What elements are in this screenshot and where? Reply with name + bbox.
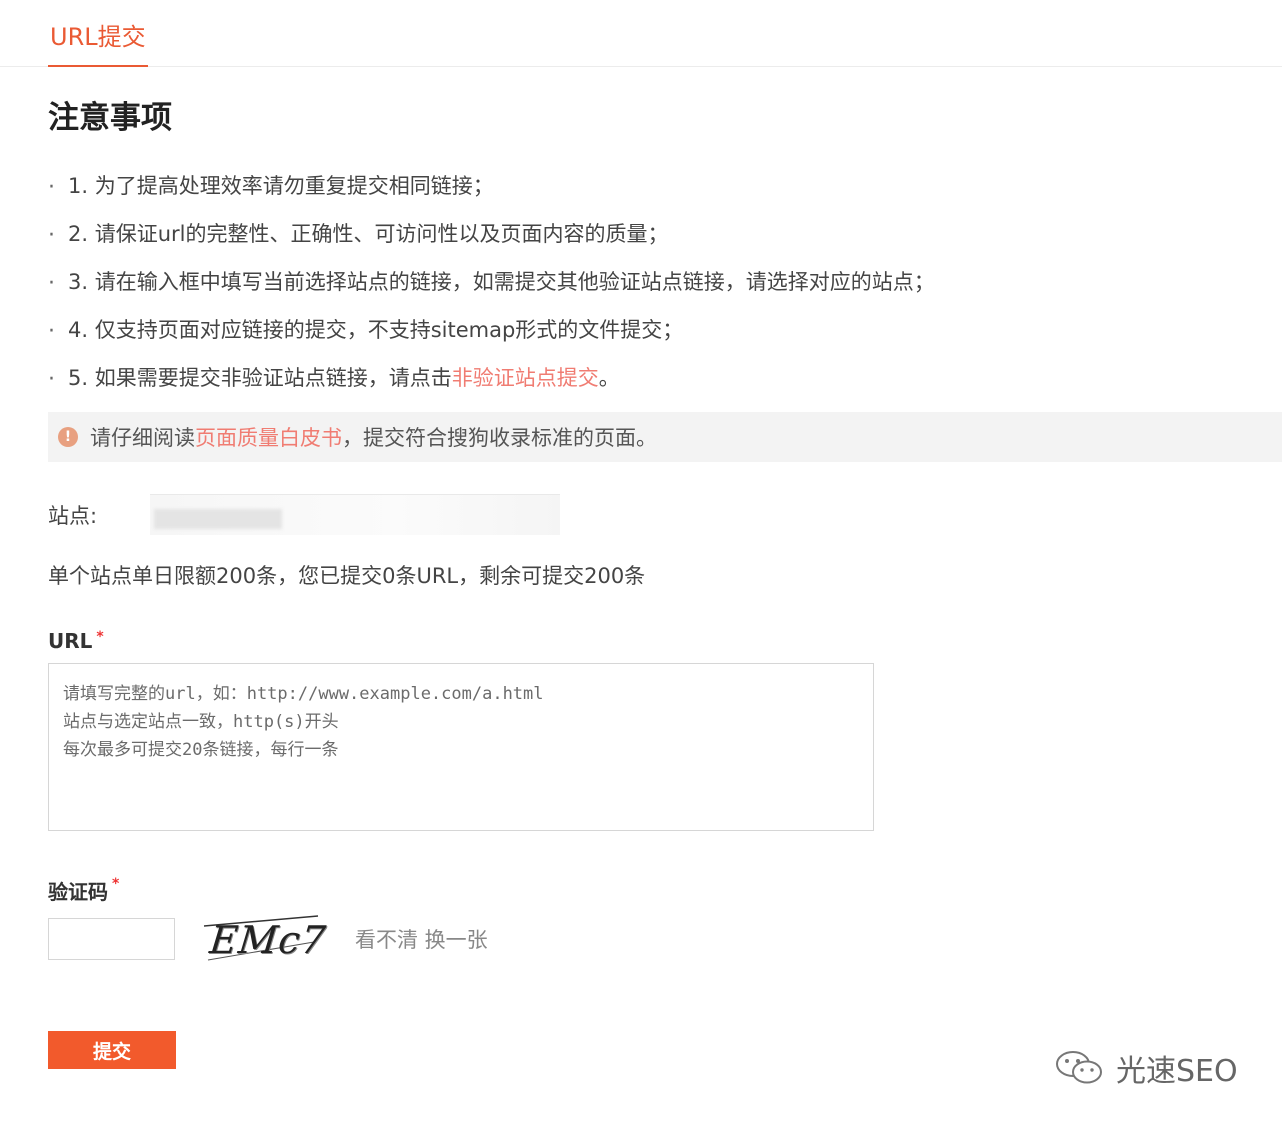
note-text: 4. 仅支持页面对应链接的提交，不支持sitemap形式的文件提交； <box>68 318 684 342</box>
captcha-image[interactable]: EMc7 <box>202 912 328 968</box>
note-text: 3. 请在输入框中填写当前选择站点的链接，如需提交其他验证站点链接，请选择对应的… <box>68 270 935 294</box>
quota-text: 单个站点单日限额200条，您已提交0条URL，剩余可提交200条 <box>48 564 646 588</box>
list-item: 2. 请保证url的完整性、正确性、可访问性以及页面内容的质量； <box>48 216 935 264</box>
site-select[interactable] <box>150 494 560 535</box>
url-input[interactable] <box>48 663 874 831</box>
required-mark: * <box>96 629 104 645</box>
banner-prefix: 请仔细阅读 <box>90 426 195 450</box>
watermark: 光速SEO <box>1054 1046 1238 1090</box>
site-label: 站点: <box>48 504 98 528</box>
page-title: 注意事项 <box>48 100 172 136</box>
list-item: 3. 请在输入框中填写当前选择站点的链接，如需提交其他验证站点链接，请选择对应的… <box>48 264 935 312</box>
info-icon: ! <box>58 427 78 447</box>
quality-whitepaper-link[interactable]: 页面质量白皮书 <box>195 422 342 452</box>
note-text: 2. 请保证url的完整性、正确性、可访问性以及页面内容的质量； <box>68 222 669 246</box>
note-suffix: 。 <box>598 366 620 390</box>
tab-bar: URL提交 <box>0 0 1282 67</box>
submit-button[interactable]: 提交 <box>48 1031 176 1069</box>
list-item: 4. 仅支持页面对应链接的提交，不支持sitemap形式的文件提交； <box>48 312 935 360</box>
captcha-label: 验证码 * <box>48 876 120 904</box>
list-item: 1. 为了提高处理效率请勿重复提交相同链接； <box>48 168 935 216</box>
site-select-value <box>154 509 282 529</box>
wechat-icon <box>1056 1051 1102 1084</box>
list-item: 5. 如果需要提交非验证站点链接，请点击非验证站点提交。 <box>48 360 935 408</box>
banner-suffix: ，提交符合搜狗收录标准的页面。 <box>342 426 657 450</box>
refresh-captcha-link[interactable]: 看不清 换一张 <box>355 924 488 954</box>
site-row: 站点: <box>48 494 560 536</box>
captcha-input[interactable] <box>48 918 175 960</box>
note-text: 5. 如果需要提交非验证站点链接，请点击 <box>68 366 452 390</box>
watermark-text: 光速SEO <box>1116 1054 1238 1089</box>
non-verified-submit-link[interactable]: 非验证站点提交 <box>452 366 599 390</box>
note-text: 1. 为了提高处理效率请勿重复提交相同链接； <box>68 174 494 198</box>
notice-banner: ! 请仔细阅读 页面质量白皮书 ，提交符合搜狗收录标准的页面。 <box>48 412 1282 462</box>
required-mark: * <box>112 876 120 892</box>
captcha-text: EMc7 <box>207 918 329 962</box>
tab-url-submit[interactable]: URL提交 <box>48 22 148 67</box>
notice-list: 1. 为了提高处理效率请勿重复提交相同链接； 2. 请保证url的完整性、正确性… <box>48 168 935 408</box>
url-label: URL * <box>48 629 104 653</box>
